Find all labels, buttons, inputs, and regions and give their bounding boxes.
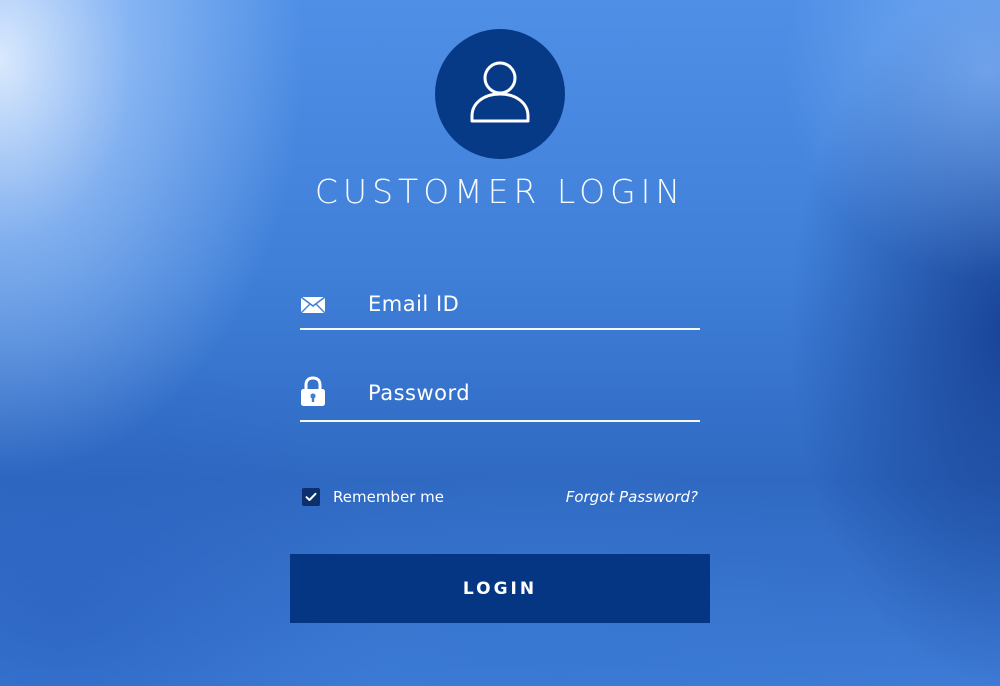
- forgot-password-link[interactable]: Forgot Password?: [566, 488, 698, 506]
- password-field-group: [300, 370, 700, 422]
- checkbox-checked[interactable]: [302, 488, 320, 506]
- password-input[interactable]: [368, 375, 688, 411]
- checkmark-icon: [305, 492, 317, 501]
- login-button[interactable]: LOGIN: [290, 554, 710, 623]
- user-icon: [470, 61, 530, 123]
- lock-icon: [300, 376, 326, 407]
- email-field-group: [300, 284, 700, 330]
- remember-me-checkbox[interactable]: Remember me: [302, 488, 444, 506]
- avatar: [435, 29, 565, 159]
- email-input[interactable]: [368, 286, 688, 322]
- page-title: CUSTOMER LOGIN: [314, 172, 686, 211]
- remember-me-label: Remember me: [333, 488, 444, 506]
- envelope-icon: [300, 296, 326, 314]
